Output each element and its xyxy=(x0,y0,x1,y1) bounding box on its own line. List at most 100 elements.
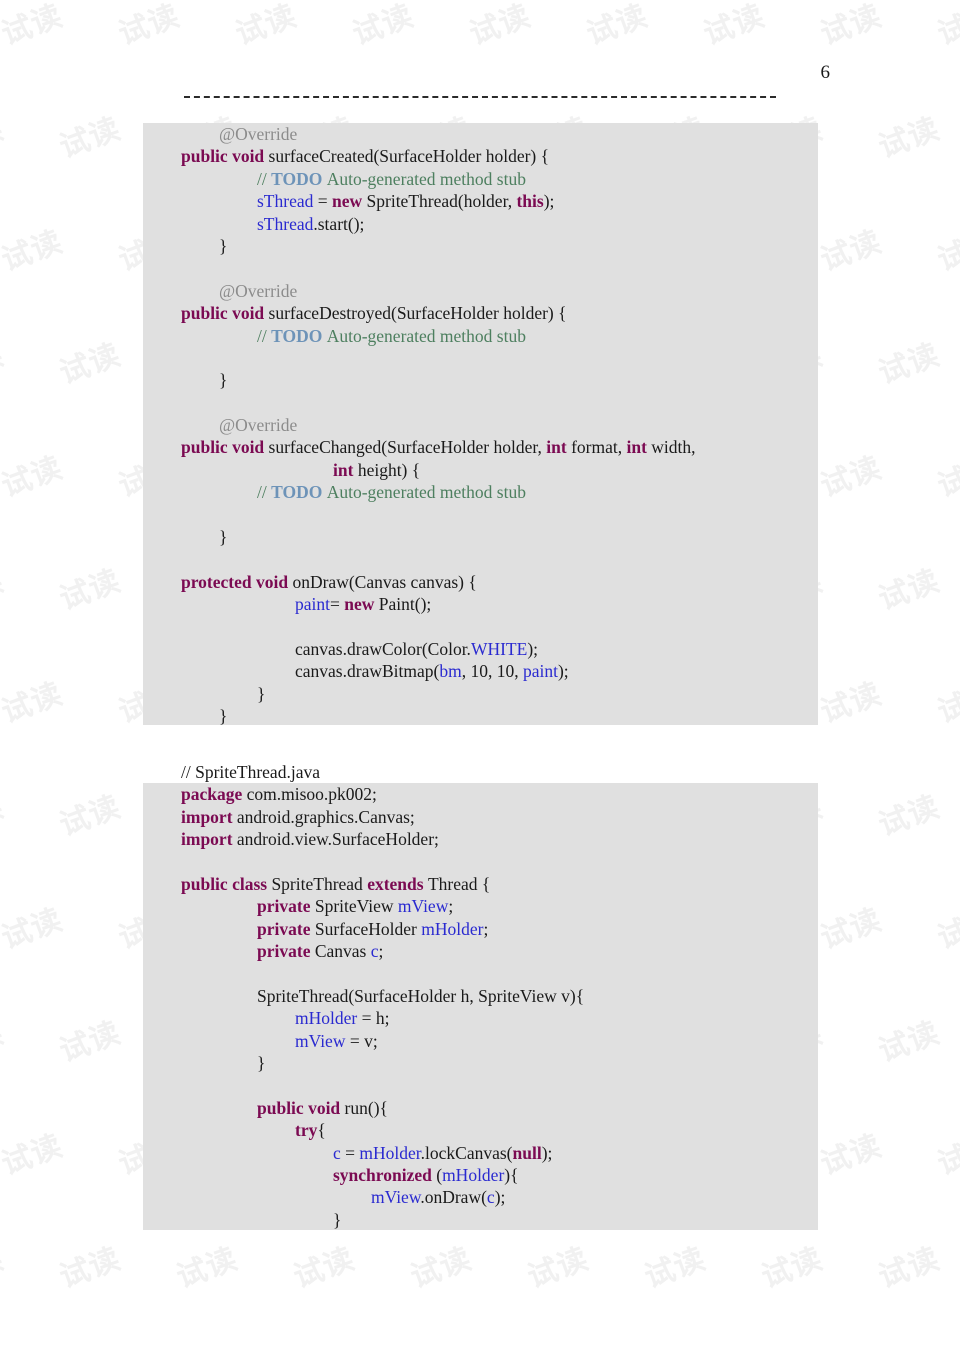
code-token: import xyxy=(181,806,237,827)
code-token: import xyxy=(181,829,237,850)
code-token: // xyxy=(257,482,272,503)
watermark-text: 试读 xyxy=(55,1015,126,1070)
code-token: c xyxy=(486,1187,495,1208)
watermark-text: 试读 xyxy=(0,450,68,505)
code-token: extends xyxy=(367,873,428,894)
code-line: public class SpriteThread extends Thread… xyxy=(181,873,584,895)
watermark-text: 试读 xyxy=(0,1241,9,1296)
code-line: SpriteThread(SurfaceHolder h, SpriteView… xyxy=(181,985,584,1007)
watermark-text: 试读 xyxy=(0,111,9,166)
code-token: canvas.drawColor(Color. xyxy=(295,638,471,659)
watermark-text: 试读 xyxy=(0,902,68,957)
code-token: mView xyxy=(295,1030,346,1051)
code-token: sThread xyxy=(257,213,314,234)
code-token: = xyxy=(313,191,332,212)
code-line: public void surfaceDestroyed(SurfaceHold… xyxy=(181,302,696,324)
watermark-text: 试读 xyxy=(465,0,536,53)
code-token: Auto-generated method stub xyxy=(326,168,526,189)
code-token: = xyxy=(330,594,345,615)
watermark-text: 试读 xyxy=(933,0,960,53)
code-line: @Override xyxy=(181,414,696,436)
code-token: new xyxy=(344,594,379,615)
watermark-text: 试读 xyxy=(0,337,9,392)
watermark-text: 试读 xyxy=(816,1128,887,1183)
code-token: // xyxy=(257,325,272,346)
code-token: mHolder xyxy=(421,918,484,939)
code-token: TODO xyxy=(271,482,327,503)
watermark-text: 试读 xyxy=(228,1347,301,1357)
watermark-text: 试读 xyxy=(0,676,68,731)
watermark-text: 试读 xyxy=(0,1128,68,1183)
watermark-text: 试读 xyxy=(114,0,185,53)
watermark-text: 试读 xyxy=(0,224,68,279)
watermark-text: 试读 xyxy=(816,676,887,731)
code-token: width, xyxy=(651,437,696,458)
code-token: try xyxy=(295,1120,318,1141)
watermark-text: 试读 xyxy=(345,1347,418,1357)
code-line: import android.view.SurfaceHolder; xyxy=(181,828,584,850)
code-line: // TODO Auto-generated method stub xyxy=(181,168,696,190)
code-line: synchronized (mHolder){ xyxy=(181,1164,584,1186)
code-token: surfaceChanged(SurfaceHolder holder, xyxy=(268,437,547,458)
code-token: } xyxy=(219,706,228,727)
code-token: = h; xyxy=(357,1008,390,1029)
code-line: } xyxy=(181,1052,584,1074)
code-line: protected void onDraw(Canvas canvas) { xyxy=(181,571,696,593)
code-line: package com.misoo.pk002; xyxy=(181,783,584,805)
code-token: = xyxy=(340,1142,360,1163)
code-token: ; xyxy=(483,918,489,939)
code-token: public void xyxy=(181,303,269,324)
code-token: ){ xyxy=(504,1165,519,1186)
code-token: = v; xyxy=(345,1030,378,1051)
code-token: mView xyxy=(397,896,449,917)
code-line: private Canvas c; xyxy=(181,940,584,962)
code-file-comment: // SpriteThread.java xyxy=(181,762,320,782)
code-line: int height) { xyxy=(181,459,696,481)
code-token: Auto-generated method stub xyxy=(326,325,526,346)
code-line: paint= new Paint(); xyxy=(181,593,696,615)
watermark-text: 试读 xyxy=(933,450,960,505)
code-line: } xyxy=(181,1209,584,1231)
watermark-text: 试读 xyxy=(640,1241,711,1296)
code-token: @Override xyxy=(219,415,298,436)
code-token: Canvas xyxy=(314,941,371,962)
header-dashed-rule xyxy=(184,96,776,98)
code-token: } xyxy=(257,683,266,704)
code-line: @Override xyxy=(181,123,696,145)
code-token: paint xyxy=(522,661,558,682)
code-line: mHolder = h; xyxy=(181,1007,584,1029)
watermark-text: 试读 xyxy=(696,1347,769,1357)
code-token: public void xyxy=(181,437,269,458)
code-line: canvas.drawColor(Color.WHITE); xyxy=(181,638,696,660)
code-token: TODO xyxy=(271,168,327,189)
code-line: } xyxy=(181,526,696,548)
code-lines-group: package com.misoo.pk002; import android.g… xyxy=(143,783,584,1231)
code-token: SpriteThread(SurfaceHolder h, SpriteView… xyxy=(257,985,585,1006)
watermark-text: 试读 xyxy=(816,224,887,279)
code-token: this xyxy=(516,191,544,212)
code-line: try{ xyxy=(181,1119,584,1141)
watermark-text: 试读 xyxy=(406,1241,477,1296)
code-listing-spritethread: // SpriteThread.java package com.misoo.pk… xyxy=(143,761,584,1231)
code-token: run(){ xyxy=(344,1097,388,1118)
code-token: private xyxy=(257,896,315,917)
watermark-text: 试读 xyxy=(55,111,126,166)
code-line: } xyxy=(181,705,696,727)
watermark-text: 试读 xyxy=(0,1347,68,1357)
code-token: bm xyxy=(439,661,462,682)
code-line: } xyxy=(181,235,696,257)
code-token: { xyxy=(317,1120,326,1141)
watermark-text: 试读 xyxy=(289,1241,360,1296)
watermark-text: 试读 xyxy=(55,789,126,844)
watermark-text: 试读 xyxy=(462,1347,535,1357)
code-line: } xyxy=(181,369,696,391)
code-token: SpriteThread xyxy=(271,873,368,894)
watermark-text: 试读 xyxy=(0,0,68,53)
code-token: TODO xyxy=(271,325,327,346)
code-token: ); xyxy=(543,191,555,212)
watermark-text: 试读 xyxy=(579,1347,652,1357)
watermark-text: 试读 xyxy=(933,1128,960,1183)
code-token: canvas.drawBitmap( xyxy=(295,661,440,682)
